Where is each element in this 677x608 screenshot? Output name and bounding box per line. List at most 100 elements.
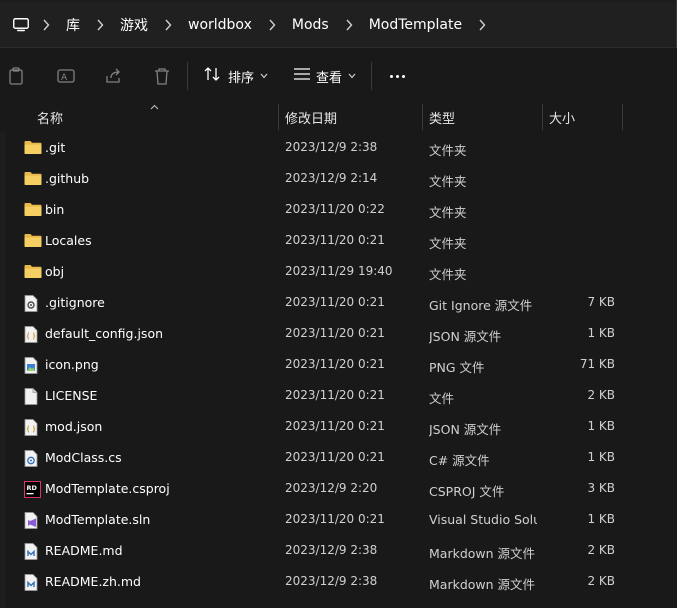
- share-icon[interactable]: [103, 65, 125, 87]
- list-item[interactable]: Locales 2023/11/20 0:21 文件夹: [0, 226, 677, 257]
- file-name: ModTemplate.sln: [45, 512, 151, 527]
- file-size: 71 KB: [579, 357, 615, 371]
- list-item[interactable]: LICENSE 2023/11/20 0:21 文件 2 KB: [0, 381, 677, 412]
- file-date: 2023/11/20 0:21: [285, 450, 385, 464]
- chevron-down-icon: [260, 71, 268, 82]
- more-options-button[interactable]: [386, 63, 408, 89]
- view-label: 查看: [316, 70, 343, 86]
- view-button[interactable]: 查看: [294, 63, 356, 89]
- list-item[interactable]: obj 2023/11/29 19:40 文件夹: [0, 257, 677, 288]
- file-type: PNG 文件: [429, 360, 485, 375]
- column-header-date[interactable]: 修改日期: [285, 108, 337, 127]
- sort-icon: [204, 67, 222, 85]
- column-header-row: 名称 修改日期 类型 大小: [0, 103, 677, 131]
- file-type: CSPROJ 文件: [429, 484, 505, 499]
- json-file-icon: [24, 326, 42, 343]
- chevron-right-icon[interactable]: [32, 19, 60, 31]
- sln-file-icon: [24, 512, 42, 529]
- file-name: obj: [45, 264, 65, 279]
- file-size: 1 KB: [587, 326, 615, 340]
- file-date: 2023/11/29 19:40: [285, 264, 393, 278]
- column-divider[interactable]: [422, 104, 423, 130]
- folder-icon: [24, 171, 42, 187]
- file-size: 1 KB: [587, 512, 615, 526]
- column-header-name[interactable]: 名称: [37, 108, 63, 127]
- folder-icon: [24, 233, 42, 249]
- dot: [389, 74, 393, 78]
- file-name: ModClass.cs: [45, 450, 122, 465]
- toolbar-separator: [371, 62, 372, 90]
- sort-button[interactable]: 排序: [204, 63, 268, 89]
- delete-icon[interactable]: [151, 65, 173, 87]
- file-name: Locales: [45, 233, 92, 248]
- folder-icon: [24, 140, 42, 156]
- file-type: 文件夹: [429, 205, 467, 220]
- file-name: .gitignore: [45, 295, 105, 310]
- file-type: 文件夹: [429, 267, 467, 282]
- chevron-right-icon[interactable]: [154, 19, 182, 31]
- svg-text:RD: RD: [27, 484, 38, 492]
- file-date: 2023/12/9 2:14: [285, 171, 378, 185]
- column-divider[interactable]: [542, 104, 543, 130]
- computer-icon[interactable]: [10, 14, 32, 36]
- breadcrumb-item-worldbox[interactable]: worldbox: [182, 17, 258, 33]
- folder-icon: [24, 202, 42, 218]
- breadcrumb-item-games[interactable]: 游戏: [114, 15, 154, 35]
- file-date: 2023/11/20 0:21: [285, 419, 385, 433]
- file-type: Git Ignore 源文件: [429, 298, 533, 313]
- list-item[interactable]: RD ModTemplate.csproj 2023/12/9 2:20 CSP…: [0, 474, 677, 505]
- chevron-right-icon[interactable]: [86, 19, 114, 31]
- toolbar-separator: [187, 62, 188, 90]
- rider-file-icon: RD: [24, 481, 42, 498]
- list-item[interactable]: README.zh.md 2023/12/9 2:38 Markdown 源文件…: [0, 567, 677, 598]
- dot: [401, 74, 405, 78]
- breadcrumb-item-mods[interactable]: Mods: [286, 17, 335, 33]
- column-header-size[interactable]: 大小: [549, 108, 575, 127]
- svg-text:A: A: [61, 73, 68, 83]
- paste-icon[interactable]: [6, 65, 28, 87]
- file-type: JSON 源文件: [429, 422, 502, 437]
- file-date: 2023/12/9 2:38: [285, 574, 378, 588]
- csharp-file-icon: [24, 450, 42, 467]
- blank-file-icon: [24, 388, 42, 405]
- list-item[interactable]: ModTemplate.sln 2023/11/20 0:21 Visual S…: [0, 505, 677, 536]
- title-strip: [0, 0, 677, 2]
- column-divider[interactable]: [622, 104, 623, 130]
- list-item[interactable]: .gitignore 2023/11/20 0:21 Git Ignore 源文…: [0, 288, 677, 319]
- file-name: mod.json: [45, 419, 103, 434]
- address-bar: 库 游戏 worldbox Mods ModTemplate: [0, 0, 677, 48]
- view-icon: [294, 68, 310, 84]
- file-size: 1 KB: [587, 419, 615, 433]
- file-name: ModTemplate.csproj: [45, 481, 170, 496]
- file-date: 2023/11/20 0:21: [285, 326, 385, 340]
- chevron-right-icon[interactable]: [335, 19, 363, 31]
- sort-label: 排序: [228, 70, 255, 86]
- file-date: 2023/12/9 2:38: [285, 543, 378, 557]
- file-name: icon.png: [45, 357, 99, 372]
- list-item[interactable]: .github 2023/12/9 2:14 文件夹: [0, 164, 677, 195]
- breadcrumb-item-modtemplate[interactable]: ModTemplate: [363, 17, 468, 33]
- list-item[interactable]: .git 2023/12/9 2:38 文件夹: [0, 133, 677, 164]
- list-item[interactable]: ModClass.cs 2023/11/20 0:21 C# 源文件 1 KB: [0, 443, 677, 474]
- file-type: JSON 源文件: [429, 329, 502, 344]
- rename-icon[interactable]: A: [55, 65, 77, 87]
- chevron-right-icon[interactable]: [468, 19, 496, 31]
- file-date: 2023/11/20 0:21: [285, 512, 385, 526]
- column-header-type[interactable]: 类型: [429, 108, 455, 127]
- chevron-right-icon[interactable]: [258, 19, 286, 31]
- file-date: 2023/11/20 0:21: [285, 295, 385, 309]
- file-name: bin: [45, 202, 65, 217]
- command-bar: A 排序 查看: [0, 49, 677, 103]
- file-list: .git 2023/12/9 2:38 文件夹 .github 2023/12/…: [0, 133, 677, 598]
- list-item[interactable]: README.md 2023/12/9 2:38 Markdown 源文件 2 …: [0, 536, 677, 567]
- column-divider[interactable]: [278, 104, 279, 130]
- gear-file-icon: [24, 295, 42, 312]
- list-item[interactable]: icon.png 2023/11/20 0:21 PNG 文件 71 KB: [0, 350, 677, 381]
- breadcrumb-item-library[interactable]: 库: [60, 15, 86, 35]
- sort-ascending-icon: [150, 103, 159, 112]
- list-item[interactable]: mod.json 2023/11/20 0:21 JSON 源文件 1 KB: [0, 412, 677, 443]
- list-item[interactable]: default_config.json 2023/11/20 0:21 JSON…: [0, 319, 677, 350]
- list-item[interactable]: bin 2023/11/20 0:22 文件夹: [0, 195, 677, 226]
- image-file-icon: [24, 357, 42, 374]
- markdown-file-icon: [24, 574, 42, 591]
